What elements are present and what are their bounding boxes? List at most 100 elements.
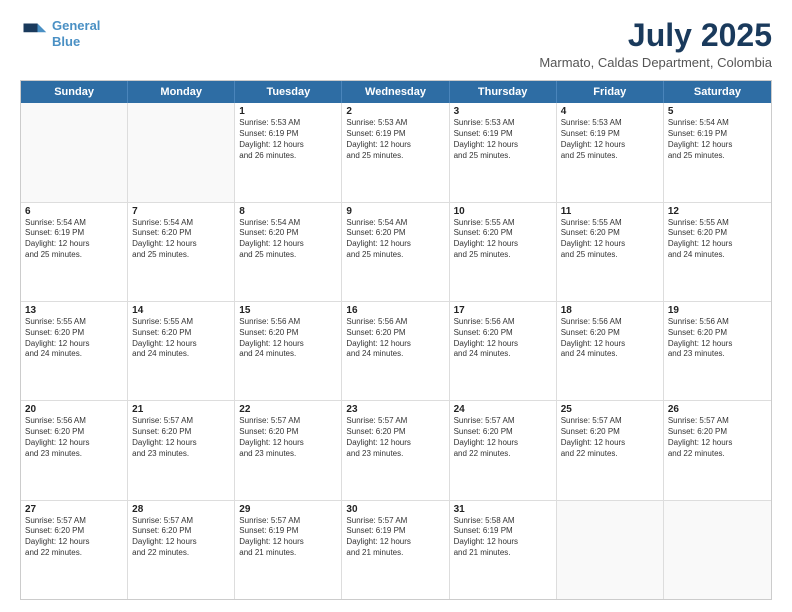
calendar-cell: 25Sunrise: 5:57 AM Sunset: 6:20 PM Dayli… xyxy=(557,401,664,499)
cell-info: Sunrise: 5:54 AM Sunset: 6:20 PM Dayligh… xyxy=(132,218,230,261)
day-number: 21 xyxy=(132,404,230,415)
cell-info: Sunrise: 5:56 AM Sunset: 6:20 PM Dayligh… xyxy=(668,317,767,360)
calendar-cell: 12Sunrise: 5:55 AM Sunset: 6:20 PM Dayli… xyxy=(664,203,771,301)
calendar-cell: 11Sunrise: 5:55 AM Sunset: 6:20 PM Dayli… xyxy=(557,203,664,301)
calendar-cell: 26Sunrise: 5:57 AM Sunset: 6:20 PM Dayli… xyxy=(664,401,771,499)
calendar-week: 6Sunrise: 5:54 AM Sunset: 6:19 PM Daylig… xyxy=(21,203,771,302)
calendar-cell: 20Sunrise: 5:56 AM Sunset: 6:20 PM Dayli… xyxy=(21,401,128,499)
day-number: 23 xyxy=(346,404,444,415)
calendar-cell: 17Sunrise: 5:56 AM Sunset: 6:20 PM Dayli… xyxy=(450,302,557,400)
day-number: 4 xyxy=(561,106,659,117)
calendar-cell: 9Sunrise: 5:54 AM Sunset: 6:20 PM Daylig… xyxy=(342,203,449,301)
cell-info: Sunrise: 5:57 AM Sunset: 6:20 PM Dayligh… xyxy=(132,516,230,559)
calendar-cell: 30Sunrise: 5:57 AM Sunset: 6:19 PM Dayli… xyxy=(342,501,449,599)
title-block: July 2025 Marmato, Caldas Department, Co… xyxy=(539,18,772,70)
calendar-cell xyxy=(128,103,235,201)
header-day: Friday xyxy=(557,81,664,103)
day-number: 17 xyxy=(454,305,552,316)
day-number: 20 xyxy=(25,404,123,415)
calendar-cell: 18Sunrise: 5:56 AM Sunset: 6:20 PM Dayli… xyxy=(557,302,664,400)
calendar-cell: 31Sunrise: 5:58 AM Sunset: 6:19 PM Dayli… xyxy=(450,501,557,599)
day-number: 29 xyxy=(239,504,337,515)
cell-info: Sunrise: 5:53 AM Sunset: 6:19 PM Dayligh… xyxy=(561,118,659,161)
cell-info: Sunrise: 5:55 AM Sunset: 6:20 PM Dayligh… xyxy=(668,218,767,261)
cell-info: Sunrise: 5:56 AM Sunset: 6:20 PM Dayligh… xyxy=(346,317,444,360)
calendar-week: 1Sunrise: 5:53 AM Sunset: 6:19 PM Daylig… xyxy=(21,103,771,202)
day-number: 18 xyxy=(561,305,659,316)
cell-info: Sunrise: 5:54 AM Sunset: 6:20 PM Dayligh… xyxy=(346,218,444,261)
calendar-cell xyxy=(664,501,771,599)
day-number: 6 xyxy=(25,206,123,217)
day-number: 11 xyxy=(561,206,659,217)
calendar-cell: 13Sunrise: 5:55 AM Sunset: 6:20 PM Dayli… xyxy=(21,302,128,400)
calendar-cell xyxy=(557,501,664,599)
day-number: 16 xyxy=(346,305,444,316)
day-number: 8 xyxy=(239,206,337,217)
header-day: Wednesday xyxy=(342,81,449,103)
cell-info: Sunrise: 5:54 AM Sunset: 6:19 PM Dayligh… xyxy=(668,118,767,161)
cell-info: Sunrise: 5:55 AM Sunset: 6:20 PM Dayligh… xyxy=(454,218,552,261)
day-number: 28 xyxy=(132,504,230,515)
cell-info: Sunrise: 5:58 AM Sunset: 6:19 PM Dayligh… xyxy=(454,516,552,559)
cell-info: Sunrise: 5:55 AM Sunset: 6:20 PM Dayligh… xyxy=(561,218,659,261)
header: General Blue July 2025 Marmato, Caldas D… xyxy=(20,18,772,70)
day-number: 27 xyxy=(25,504,123,515)
day-number: 12 xyxy=(668,206,767,217)
calendar-cell: 16Sunrise: 5:56 AM Sunset: 6:20 PM Dayli… xyxy=(342,302,449,400)
subtitle: Marmato, Caldas Department, Colombia xyxy=(539,55,772,70)
calendar-cell: 21Sunrise: 5:57 AM Sunset: 6:20 PM Dayli… xyxy=(128,401,235,499)
day-number: 15 xyxy=(239,305,337,316)
calendar-cell: 7Sunrise: 5:54 AM Sunset: 6:20 PM Daylig… xyxy=(128,203,235,301)
calendar-cell: 15Sunrise: 5:56 AM Sunset: 6:20 PM Dayli… xyxy=(235,302,342,400)
calendar-cell: 22Sunrise: 5:57 AM Sunset: 6:20 PM Dayli… xyxy=(235,401,342,499)
cell-info: Sunrise: 5:53 AM Sunset: 6:19 PM Dayligh… xyxy=(346,118,444,161)
calendar-cell: 10Sunrise: 5:55 AM Sunset: 6:20 PM Dayli… xyxy=(450,203,557,301)
header-day: Monday xyxy=(128,81,235,103)
calendar-header: SundayMondayTuesdayWednesdayThursdayFrid… xyxy=(21,81,771,103)
day-number: 24 xyxy=(454,404,552,415)
day-number: 14 xyxy=(132,305,230,316)
calendar-cell: 3Sunrise: 5:53 AM Sunset: 6:19 PM Daylig… xyxy=(450,103,557,201)
day-number: 31 xyxy=(454,504,552,515)
calendar-cell: 4Sunrise: 5:53 AM Sunset: 6:19 PM Daylig… xyxy=(557,103,664,201)
calendar-cell: 8Sunrise: 5:54 AM Sunset: 6:20 PM Daylig… xyxy=(235,203,342,301)
cell-info: Sunrise: 5:57 AM Sunset: 6:20 PM Dayligh… xyxy=(668,416,767,459)
calendar-cell: 19Sunrise: 5:56 AM Sunset: 6:20 PM Dayli… xyxy=(664,302,771,400)
cell-info: Sunrise: 5:56 AM Sunset: 6:20 PM Dayligh… xyxy=(454,317,552,360)
day-number: 2 xyxy=(346,106,444,117)
cell-info: Sunrise: 5:57 AM Sunset: 6:20 PM Dayligh… xyxy=(454,416,552,459)
calendar-cell: 5Sunrise: 5:54 AM Sunset: 6:19 PM Daylig… xyxy=(664,103,771,201)
cell-info: Sunrise: 5:56 AM Sunset: 6:20 PM Dayligh… xyxy=(561,317,659,360)
calendar-week: 27Sunrise: 5:57 AM Sunset: 6:20 PM Dayli… xyxy=(21,501,771,599)
logo-text: General Blue xyxy=(52,18,100,49)
calendar-cell: 27Sunrise: 5:57 AM Sunset: 6:20 PM Dayli… xyxy=(21,501,128,599)
calendar-cell: 23Sunrise: 5:57 AM Sunset: 6:20 PM Dayli… xyxy=(342,401,449,499)
cell-info: Sunrise: 5:56 AM Sunset: 6:20 PM Dayligh… xyxy=(239,317,337,360)
day-number: 3 xyxy=(454,106,552,117)
page: General Blue July 2025 Marmato, Caldas D… xyxy=(0,0,792,612)
logo: General Blue xyxy=(20,18,100,49)
cell-info: Sunrise: 5:57 AM Sunset: 6:19 PM Dayligh… xyxy=(239,516,337,559)
day-number: 22 xyxy=(239,404,337,415)
cell-info: Sunrise: 5:57 AM Sunset: 6:20 PM Dayligh… xyxy=(25,516,123,559)
cell-info: Sunrise: 5:57 AM Sunset: 6:20 PM Dayligh… xyxy=(346,416,444,459)
day-number: 19 xyxy=(668,305,767,316)
cell-info: Sunrise: 5:54 AM Sunset: 6:19 PM Dayligh… xyxy=(25,218,123,261)
calendar-cell xyxy=(21,103,128,201)
calendar-cell: 6Sunrise: 5:54 AM Sunset: 6:19 PM Daylig… xyxy=(21,203,128,301)
header-day: Saturday xyxy=(664,81,771,103)
day-number: 5 xyxy=(668,106,767,117)
day-number: 9 xyxy=(346,206,444,217)
cell-info: Sunrise: 5:54 AM Sunset: 6:20 PM Dayligh… xyxy=(239,218,337,261)
day-number: 26 xyxy=(668,404,767,415)
cell-info: Sunrise: 5:57 AM Sunset: 6:20 PM Dayligh… xyxy=(561,416,659,459)
calendar-cell: 24Sunrise: 5:57 AM Sunset: 6:20 PM Dayli… xyxy=(450,401,557,499)
calendar-week: 13Sunrise: 5:55 AM Sunset: 6:20 PM Dayli… xyxy=(21,302,771,401)
logo-line2: Blue xyxy=(52,34,80,49)
header-day: Thursday xyxy=(450,81,557,103)
calendar: SundayMondayTuesdayWednesdayThursdayFrid… xyxy=(20,80,772,600)
day-number: 25 xyxy=(561,404,659,415)
calendar-cell: 2Sunrise: 5:53 AM Sunset: 6:19 PM Daylig… xyxy=(342,103,449,201)
logo-line1: General xyxy=(52,18,100,33)
calendar-cell: 14Sunrise: 5:55 AM Sunset: 6:20 PM Dayli… xyxy=(128,302,235,400)
